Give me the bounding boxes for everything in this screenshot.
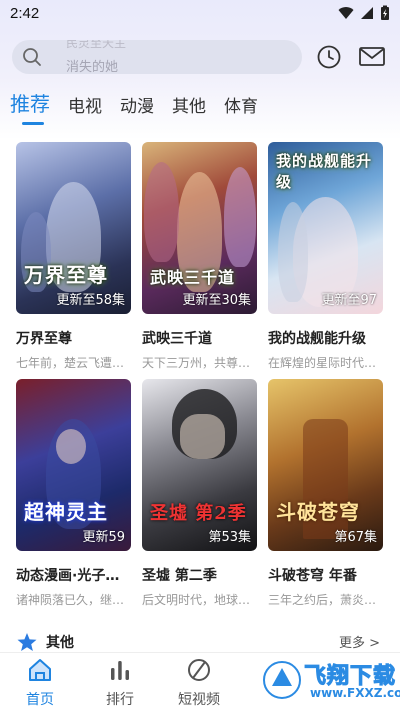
tab-other[interactable]: 其他 [172,92,206,117]
card-description: 诸神陨落已久，继… [16,593,125,607]
cover-image[interactable]: 我的战舰能升级 更新至97 [268,142,383,314]
cover-image[interactable]: 武映三千道 更新至30集 [142,142,257,314]
section-header: 其他 更多 > [16,630,386,654]
video-card[interactable]: 圣墟 第2季 第53集 圣墟 第二季 后文明时代，地球… [142,379,257,608]
status-time: 2:42 [10,5,40,22]
watermark-emblem-icon [263,661,301,699]
episode-badge: 更新59 [82,530,125,545]
section-title: 其他 [46,635,74,651]
nav-label: 短视频 [178,692,220,708]
episode-badge: 第53集 [208,530,251,545]
episode-badge: 第67集 [334,530,377,545]
signal-icon [361,7,373,19]
cover-image[interactable]: 斗破苍穹 第67集 [268,379,383,551]
card-description: 天下三万州，共尊… [142,356,251,370]
home-icon [29,659,51,681]
video-card[interactable]: 超神灵主 更新59 动态漫画·光子… 诸神陨落已久，继… [16,379,131,608]
tab-recommend[interactable]: 推荐 [10,88,50,125]
card-title[interactable]: 武映三千道 [142,328,257,348]
nav-home[interactable]: 首页 [5,657,75,709]
search-placeholder: 消失的她 [66,60,119,74]
cover-image[interactable]: 超神灵主 更新59 [16,379,131,551]
cover-title-art: 万界至尊 [24,263,108,287]
cover-title-art: 斗破苍穹 [276,500,360,524]
watermark-url: www.FXXZ.com [310,686,400,700]
tab-anime[interactable]: 动漫 [120,92,154,117]
short-video-icon [188,659,210,681]
cover-title-art: 圣墟 第2季 [150,503,247,524]
cover-title-art: 超神灵主 [24,500,108,524]
nav-label: 首页 [26,692,54,708]
tab-sports[interactable]: 体育 [224,92,258,117]
video-card[interactable]: 斗破苍穹 第67集 斗破苍穹 年番 三年之约后，萧炎… [268,379,383,608]
video-card[interactable]: 武映三千道 更新至30集 武映三千道 天下三万州，共尊… [142,142,257,371]
card-title[interactable]: 圣墟 第二季 [142,565,257,585]
status-icons [338,5,390,21]
episode-badge: 更新至30集 [182,293,251,308]
card-title[interactable]: 动态漫画·光子… [16,565,131,585]
wifi-icon [338,7,354,20]
card-title[interactable]: 万界至尊 [16,328,131,348]
cover-title-art: 我的战舰能升级 [276,152,373,191]
tab-tv[interactable]: 电视 [68,92,102,117]
more-link[interactable]: 更多 > [339,632,380,651]
card-description: 后文明时代，地球… [142,593,251,607]
video-card[interactable]: 万界至尊 更新至58集 万界至尊 七年前，楚云飞遭… [16,142,131,371]
card-description: 三年之约后，萧炎… [268,593,377,607]
nav-short-video[interactable]: 短视频 [164,657,234,709]
nav-label: 排行 [106,692,134,708]
card-title[interactable]: 我的战舰能升级 [268,328,383,348]
mail-icon[interactable] [358,44,386,70]
nav-rank[interactable]: 排行 [85,657,155,709]
video-card[interactable]: 我的战舰能升级 更新至97 我的战舰能升级 在辉煌的星际时代… [268,142,383,371]
rank-icon [111,661,129,680]
card-description: 七年前，楚云飞遭… [16,356,125,370]
card-description: 在辉煌的星际时代… [268,356,377,370]
cover-title-art: 武映三千道 [150,268,236,287]
star-icon [17,633,37,651]
search-placeholder-previous: 民灵至天主 [66,40,127,50]
search-input[interactable]: 民灵至天主 消失的她 [12,40,302,74]
cover-image[interactable]: 万界至尊 更新至58集 [16,142,131,314]
battery-icon [381,5,389,20]
category-tabs: 推荐 电视 动漫 其他 体育 [10,88,276,125]
status-bar: 2:42 [0,0,400,28]
episode-badge: 更新至58集 [56,293,125,308]
card-title[interactable]: 斗破苍穹 年番 [268,565,383,585]
episode-badge: 更新至97 [321,293,377,308]
watermark-logo: 飞翔下载 www.FXXZ.com [260,656,400,706]
history-icon[interactable] [316,44,342,70]
search-icon [23,48,41,66]
cover-image[interactable]: 圣墟 第2季 第53集 [142,379,257,551]
